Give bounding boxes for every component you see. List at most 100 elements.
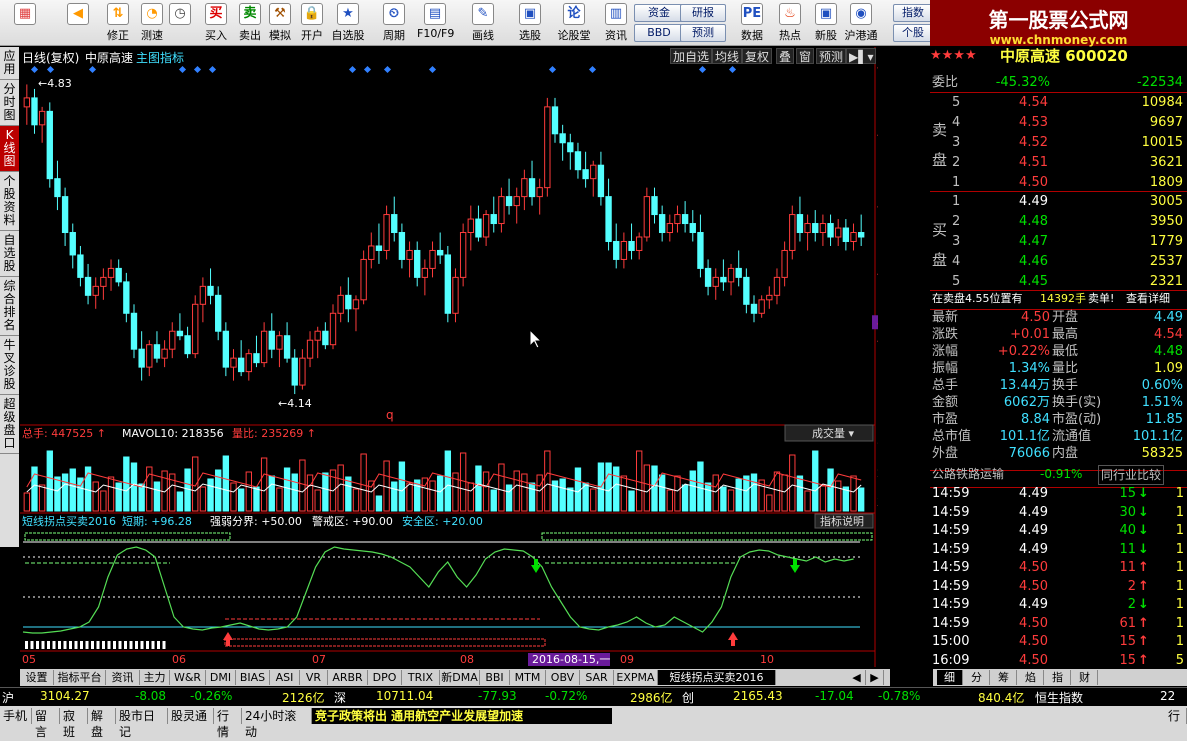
chart-canvas[interactable]: 4.87 4.72 4.56 4.41 4.30 4.26 ←4.83 ←4.14 q 总手: 4…	[20, 47, 878, 667]
toolbar-screen-select-button[interactable]: ▣ 选股	[512, 3, 548, 43]
indicator-tab-17[interactable]: EXPMA	[614, 670, 658, 685]
indicator-tab-13[interactable]: BBI	[480, 670, 510, 685]
indicator-tab-10[interactable]: DPO	[368, 670, 402, 685]
big-order-notice[interactable]: 在卖盘4.55位置有 14392手 卖单! 查看详细	[930, 290, 1187, 308]
indicator-tab-3[interactable]: 主力	[140, 670, 170, 685]
indicator-tab-14[interactable]: MTM	[510, 670, 546, 685]
right-tab-3[interactable]: 焰	[1018, 670, 1044, 685]
status-item-6[interactable]: 行情	[214, 708, 242, 739]
indicator-tab-12[interactable]: 新DMA	[440, 670, 480, 685]
indicator-tab-11[interactable]: TRIX	[402, 670, 440, 685]
indicator-tab-9[interactable]: ARBR	[328, 670, 368, 685]
toolbar-app-grid-button[interactable]: ▦	[5, 3, 45, 43]
indicator-tab-4[interactable]: W&R	[170, 670, 206, 685]
chart-btn-2[interactable]: 复权	[742, 48, 773, 64]
toolbar-lock-button[interactable]: 🔒 开户	[294, 3, 330, 43]
osc-legend-4: 安全区: +20.00	[402, 514, 483, 528]
chart-btn-1[interactable]: 均线	[712, 48, 743, 64]
status-item-1[interactable]: 留言	[32, 708, 60, 739]
toolbar-hammer-button[interactable]: ⚒ 模拟	[262, 3, 298, 43]
status-item-2[interactable]: 寂班	[60, 708, 88, 739]
indicator-tab-16[interactable]: SAR	[580, 670, 614, 685]
hs-index-name[interactable]: 恒生指数	[1035, 689, 1083, 706]
toolbar-small-button-6[interactable]: 个股	[893, 24, 933, 42]
status-item-4[interactable]: 股市日记	[116, 708, 168, 739]
volume-bar	[230, 482, 237, 512]
indicator-tab-1[interactable]: 指标平台	[54, 670, 106, 685]
right-tab-0[interactable]: 细	[937, 670, 963, 685]
toolbar-button-label: 买入	[205, 29, 227, 42]
tick-volume: 15	[1119, 634, 1136, 649]
candle-body	[38, 110, 46, 126]
toolbar-small-button-4[interactable]: 指数	[893, 4, 933, 22]
toolbar-period-button[interactable]: ⏲ 周期	[376, 3, 412, 43]
left-tab-0[interactable]: 应用	[0, 47, 19, 80]
toolbar-clock-button[interactable]: ◷	[162, 3, 198, 43]
left-tab-6[interactable]: 牛叉诊股	[0, 336, 19, 395]
sector-compare-button[interactable]: 同行业比较	[1098, 465, 1165, 485]
notice-detail-link[interactable]: 查看详细	[1126, 290, 1170, 308]
stat-label-2: 量比	[1052, 361, 1079, 376]
chart-btn-5[interactable]: 预测	[816, 48, 847, 64]
kline-chart-area[interactable]: 4.87 4.72 4.56 4.41 4.30 4.26 ←4.83 ←4.14 q 总手: 4…	[20, 47, 878, 667]
indicator-tab-18[interactable]: 短线拐点买卖2016	[658, 670, 776, 685]
left-tab-1[interactable]: 分时图	[0, 80, 19, 126]
toolbar-back-arrow-button[interactable]: ◀	[58, 3, 98, 43]
toolbar-f10-button[interactable]: ▤ F10/F9	[417, 3, 454, 43]
status-item-7[interactable]: 24小时滚动	[242, 708, 312, 739]
sell-level: 3	[952, 135, 961, 150]
indicator-tab-15[interactable]: OBV	[546, 670, 580, 685]
toolbar-small-button-2[interactable]: BBD	[634, 24, 684, 42]
chart-btn-3[interactable]: 叠	[776, 48, 795, 64]
volume-bar	[138, 483, 145, 512]
toolbar-news-button[interactable]: ▥ 资讯	[598, 3, 634, 43]
right-tab-5[interactable]: 财	[1072, 670, 1098, 685]
volume-bar	[857, 487, 865, 512]
indicator-tab-5[interactable]: DMI	[206, 670, 236, 685]
toolbar-small-button-0[interactable]: 资金	[634, 4, 684, 22]
chart-indicator-name[interactable]: 主图指标	[136, 49, 184, 66]
volume-bar	[260, 457, 268, 512]
toolbar-hot-flame-button[interactable]: ♨ 热点	[772, 3, 808, 43]
sector-name[interactable]: 公路铁路运输	[932, 465, 1004, 483]
sz-index-name[interactable]: 深	[334, 689, 346, 706]
toolbar-up-down-arrow-button[interactable]: ⇅ 修正	[100, 3, 136, 43]
indicator-tab-0[interactable]: 设置	[20, 670, 54, 685]
right-tab-1[interactable]: 分	[964, 670, 990, 685]
tick-volume: 40	[1119, 523, 1136, 538]
indicator-tab-7[interactable]: ASI	[270, 670, 300, 685]
indicator-tab-8[interactable]: VR	[300, 670, 328, 685]
chart-menu-icon[interactable]: ▶▌▾	[846, 48, 877, 64]
indicator-tab-2[interactable]: 资讯	[106, 670, 140, 685]
left-tab-7[interactable]: 超级盘口	[0, 395, 19, 454]
chart-btn-4[interactable]: 窗	[796, 48, 815, 64]
news-ticker[interactable]: 竞子政策将出 通用航空产业发展望加速	[312, 708, 612, 724]
left-tab-2[interactable]: K线图	[0, 126, 19, 172]
status-item-3[interactable]: 解盘	[88, 708, 116, 739]
toolbar-sse-hkex-button[interactable]: ◉ 沪港通	[843, 3, 879, 43]
toolbar-pen-button[interactable]: ✎ 画线	[465, 3, 501, 43]
toolbar-small-button-1[interactable]: 研报	[680, 4, 726, 22]
toolbar-small-button-3[interactable]: 预测	[680, 24, 726, 42]
left-tab-5[interactable]: 综合排名	[0, 277, 19, 336]
chart-btn-0[interactable]: 加自选	[670, 48, 713, 64]
left-tab-4[interactable]: 自选股	[0, 231, 19, 277]
left-tab-3[interactable]: 个股资料	[0, 172, 19, 231]
tab-scroll-right-icon[interactable]: ▶	[866, 670, 884, 685]
toolbar-ipo-button[interactable]: ▣ 新股	[808, 3, 844, 43]
toolbar-pe-button[interactable]: PE 数据	[734, 3, 770, 43]
toolbar-star-folder-button[interactable]: ★ 自选股	[330, 3, 366, 43]
volume-bar	[835, 480, 842, 512]
volume-bar	[268, 475, 275, 512]
status-item-5[interactable]: 股灵通	[168, 708, 214, 724]
cy-index-name[interactable]: 创	[682, 689, 694, 706]
right-tab-4[interactable]: 指	[1045, 670, 1071, 685]
stat-label: 总市值	[932, 429, 972, 444]
status-item-0[interactable]: 手机	[0, 708, 32, 724]
toolbar-forum-button[interactable]: 论论股堂	[556, 3, 592, 43]
toolbar-buy-button[interactable]: 买买入	[198, 3, 234, 43]
indicator-tab-6[interactable]: BIAS	[236, 670, 270, 685]
sh-index-name[interactable]: 沪	[2, 689, 14, 706]
tab-scroll-left-icon[interactable]: ◀	[848, 670, 866, 685]
right-tab-2[interactable]: 筹	[991, 670, 1017, 685]
